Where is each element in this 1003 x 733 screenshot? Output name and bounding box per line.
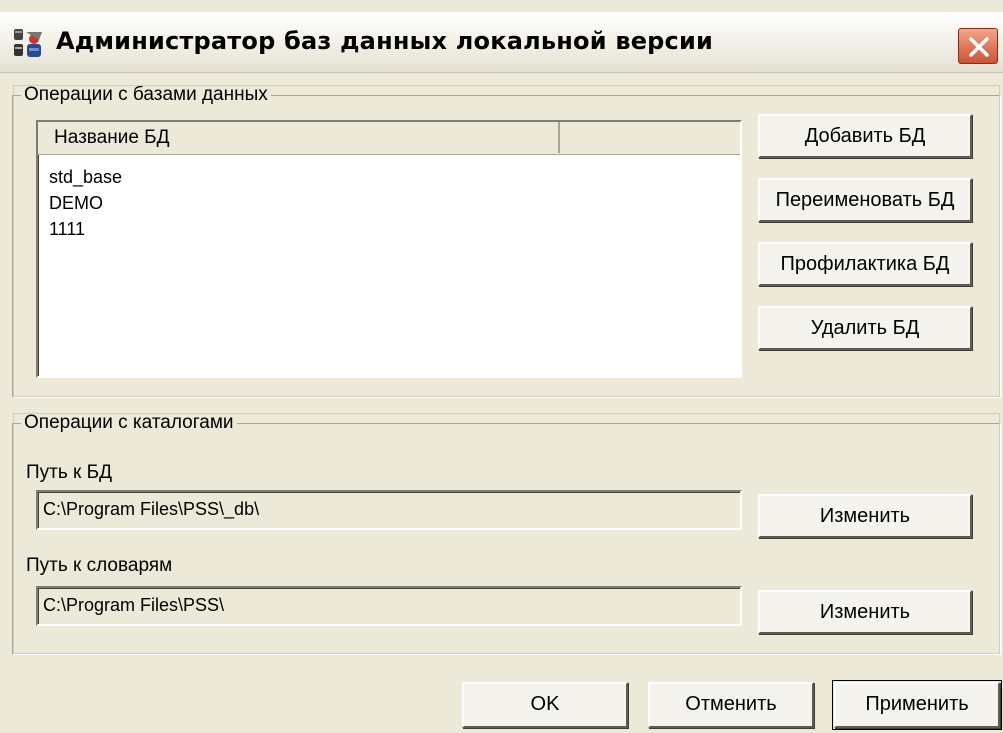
database-list[interactable]: Название БД std_base DEMO 1111 (36, 120, 742, 378)
database-admin-icon (12, 26, 46, 60)
list-item[interactable]: std_base (49, 164, 122, 190)
dict-path-field[interactable]: C:\Program Files\PSS\ (36, 586, 742, 626)
maintenance-db-button[interactable]: Профилактика БД (758, 242, 972, 286)
change-dict-path-button[interactable]: Изменить (758, 590, 972, 634)
window-title: Администратор баз данных локальной верси… (56, 27, 714, 55)
column-header-db-name[interactable]: Название БД (38, 122, 560, 153)
column-header-empty[interactable] (562, 122, 738, 153)
admin-dialog-window: Администратор баз данных локальной верси… (0, 0, 1003, 733)
delete-db-button[interactable]: Удалить БД (758, 306, 972, 350)
list-header: Название БД (38, 122, 740, 155)
dict-path-label: Путь к словарям (26, 555, 173, 576)
add-db-button[interactable]: Добавить БД (758, 114, 972, 158)
catalog-operations-legend: Операции с каталогами (24, 412, 234, 433)
ok-button[interactable]: OK (462, 682, 628, 728)
title-bar[interactable]: Администратор баз данных локальной верси… (0, 12, 1003, 73)
list-item[interactable]: 1111 (49, 216, 122, 242)
db-operations-legend: Операции с базами данных (24, 84, 268, 105)
apply-button[interactable]: Применить (832, 680, 1002, 730)
list-item[interactable]: DEMO (49, 190, 122, 216)
close-button[interactable] (958, 28, 998, 64)
db-path-field[interactable]: C:\Program Files\PSS\_db\ (36, 490, 742, 530)
list-items: std_base DEMO 1111 (49, 164, 122, 242)
rename-db-button[interactable]: Переименовать БД (758, 178, 972, 222)
change-db-path-button[interactable]: Изменить (758, 494, 972, 538)
db-path-label: Путь к БД (26, 462, 112, 483)
cancel-button[interactable]: Отменить (648, 682, 814, 728)
